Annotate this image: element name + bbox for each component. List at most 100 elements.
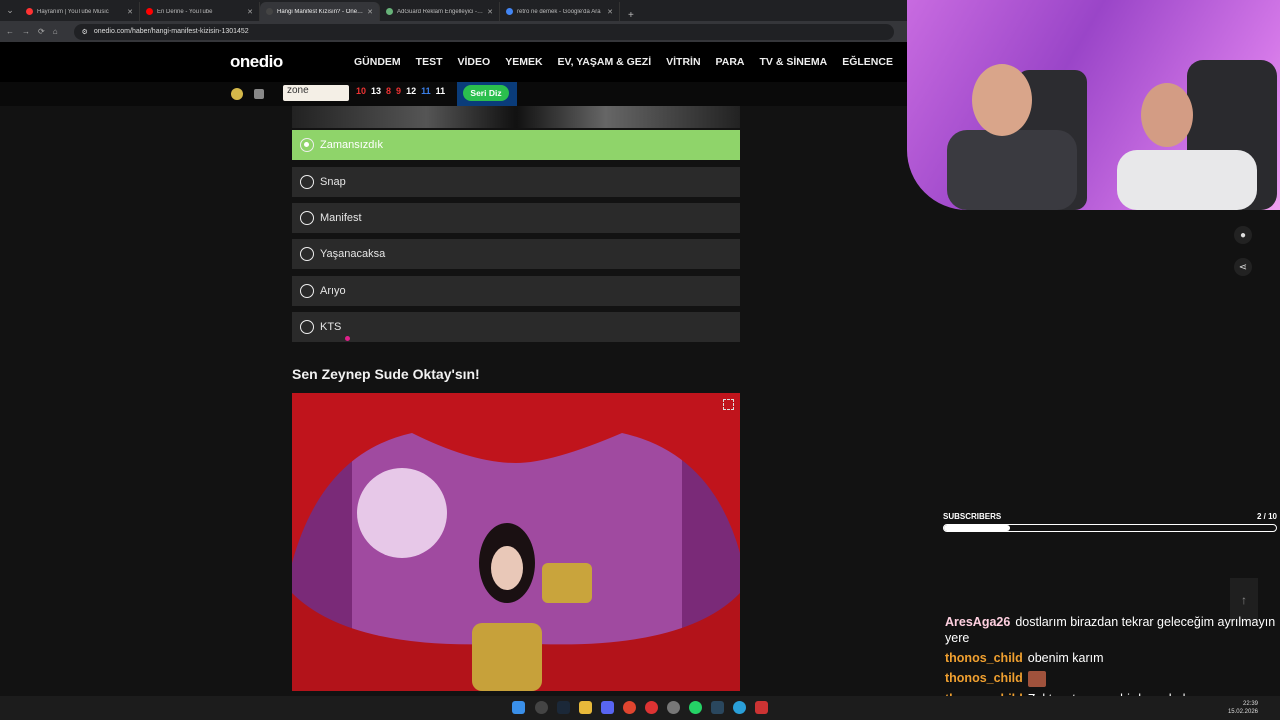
- tab-search-icon[interactable]: ⌄: [0, 0, 20, 21]
- close-icon[interactable]: ✕: [487, 8, 493, 16]
- folder-icon[interactable]: [579, 701, 592, 714]
- url-text: onedio.com/haber/hangi-manifest-kizisin-…: [93, 28, 249, 35]
- edge-icon[interactable]: [733, 701, 746, 714]
- site-info-icon[interactable]: ⚙: [82, 28, 88, 36]
- nav-item[interactable]: EV, YAŞAM & GEZİ: [558, 56, 652, 68]
- browser-tab[interactable]: Hangi Manifest Kızısın? - Onedio ✕: [260, 2, 380, 21]
- nav-item[interactable]: EĞLENCE: [842, 56, 893, 68]
- nav-item[interactable]: GÜNDEM: [354, 56, 401, 68]
- nav-item[interactable]: PARA: [716, 56, 745, 68]
- tab-title: En Derine - YouTube: [157, 8, 213, 15]
- close-icon[interactable]: ✕: [247, 8, 253, 16]
- browser-tab[interactable]: En Derine - YouTube ✕: [140, 2, 260, 21]
- radio-button[interactable]: [300, 211, 314, 225]
- quiz-option[interactable]: KTS: [292, 312, 740, 342]
- quiz-option[interactable]: Yaşanacaksa: [292, 239, 740, 269]
- site-logo[interactable]: onedio: [230, 52, 283, 72]
- score-number: 8: [386, 86, 392, 96]
- score-number: 9: [396, 86, 402, 96]
- steam-icon[interactable]: [557, 701, 570, 714]
- mouse-cursor: [345, 336, 350, 341]
- grid-icon[interactable]: [231, 88, 243, 100]
- browser-tab[interactable]: retro ne demek - Google'da Ara ✕: [500, 2, 620, 21]
- clock-time: 22:39: [1242, 701, 1258, 707]
- chrome-icon[interactable]: [623, 701, 636, 714]
- quiz-option[interactable]: Arıyo: [292, 276, 740, 306]
- subs-progress-bar: [943, 524, 1277, 532]
- nav-item[interactable]: TEST: [416, 56, 443, 68]
- share-icon[interactable]: ⋖: [1234, 258, 1252, 276]
- close-icon[interactable]: ✕: [127, 8, 133, 16]
- score-number: 13: [371, 86, 382, 96]
- reload-icon[interactable]: ⟳: [38, 27, 45, 36]
- browser-tab[interactable]: AdGuard Reklam Engelleyici - Google✕: [380, 2, 500, 21]
- tab-title: Hangi Manifest Kızısın? - Onedio: [277, 8, 364, 15]
- chat-username[interactable]: AresAga26: [945, 615, 1010, 629]
- quiz-image: [292, 106, 740, 128]
- tab-favicon-icon: [146, 8, 153, 15]
- steam2-icon[interactable]: [711, 701, 724, 714]
- emote-icon: [1027, 670, 1046, 687]
- browser-tab[interactable]: Hayranım | YouTube Music ✕: [20, 2, 140, 21]
- home-icon[interactable]: ⌂: [53, 27, 58, 36]
- radio-button[interactable]: [300, 138, 314, 152]
- chat-message: AresAga26 dostlarım birazdan tekrar gelec…: [945, 614, 1280, 646]
- tab-favicon-icon: [386, 8, 393, 15]
- quiz-option[interactable]: Snap: [292, 167, 740, 197]
- quiz-option-label: Zamansızdık: [320, 139, 383, 151]
- discord-icon[interactable]: [601, 701, 614, 714]
- radio-button[interactable]: [300, 284, 314, 298]
- result-title: Sen Zeynep Sude Oktay'sın!: [292, 366, 480, 382]
- game-icon[interactable]: [254, 89, 264, 99]
- tab-favicon-icon: [26, 8, 33, 15]
- zone-logo[interactable]: zone: [283, 85, 349, 101]
- start-icon[interactable]: [512, 701, 525, 714]
- score-number: 11: [435, 86, 446, 96]
- whatsapp-icon[interactable]: [689, 701, 702, 714]
- forward-icon[interactable]: →: [22, 27, 30, 36]
- result-image: [292, 393, 740, 691]
- nav-item[interactable]: YEMEK: [505, 56, 542, 68]
- score-number: 10: [356, 86, 367, 96]
- quiz-option-label: Yaşanacaksa: [320, 248, 386, 260]
- seri-diz-button[interactable]: Seri Diz: [463, 85, 509, 101]
- subs-count: 2 / 10: [1256, 512, 1277, 521]
- clock: 22:39 15.02.2026: [1228, 700, 1258, 716]
- quiz-option[interactable]: Manifest: [292, 203, 740, 233]
- quiz-option-label: Snap: [320, 176, 346, 188]
- radio-button[interactable]: [300, 247, 314, 261]
- close-icon[interactable]: ✕: [607, 8, 613, 16]
- chat-text: dostlarım birazdan tekrar geleceğim ayrı…: [1015, 615, 1276, 629]
- quiz-option[interactable]: Zamansızdık: [292, 130, 740, 160]
- tab-title: retro ne demek - Google'da Ara: [517, 8, 601, 15]
- clock-date: 15.02.2026: [1227, 709, 1258, 715]
- nav-item[interactable]: VİDEO: [458, 56, 491, 68]
- nav-item[interactable]: TV & SİNEMA: [760, 56, 828, 68]
- back-icon[interactable]: ←: [6, 27, 14, 36]
- chat-text: obenim karım: [1027, 651, 1104, 665]
- app-icon[interactable]: [755, 701, 768, 714]
- quiz-option-label: KTS: [320, 321, 342, 333]
- new-tab-button[interactable]: +: [620, 10, 642, 21]
- chat-message: thonos_child obenim karım: [945, 650, 1280, 666]
- chat-username[interactable]: thonos_child: [945, 671, 1023, 685]
- tab-favicon-icon: [506, 8, 513, 15]
- webcam-feed: [947, 60, 1277, 210]
- main-nav: GÜNDEM TEST VİDEO YEMEK EV, YAŞAM & GEZİ VİTR…: [354, 56, 936, 68]
- browser-icon[interactable]: [645, 701, 658, 714]
- nav-item[interactable]: VİTRİN: [666, 56, 700, 68]
- subs-progress-fill: [944, 525, 1011, 531]
- close-icon[interactable]: ✕: [367, 8, 373, 16]
- chat-text-wrap: yere: [945, 631, 970, 645]
- result-photo: [292, 393, 740, 691]
- search-icon[interactable]: [535, 701, 548, 714]
- settings-icon[interactable]: [667, 701, 680, 714]
- fullscreen-icon[interactable]: [723, 399, 734, 410]
- tab-title: Hayranım | YouTube Music: [37, 8, 109, 15]
- quiz-option-label: Manifest: [320, 212, 362, 224]
- radio-button[interactable]: [300, 320, 314, 334]
- chat-bubble-icon[interactable]: ●: [1234, 226, 1252, 244]
- chat-username[interactable]: thonos_child: [945, 651, 1023, 665]
- radio-button[interactable]: [300, 175, 314, 189]
- address-bar[interactable]: ⚙ onedio.com/haber/hangi-manifest-kizisi…: [73, 23, 894, 40]
